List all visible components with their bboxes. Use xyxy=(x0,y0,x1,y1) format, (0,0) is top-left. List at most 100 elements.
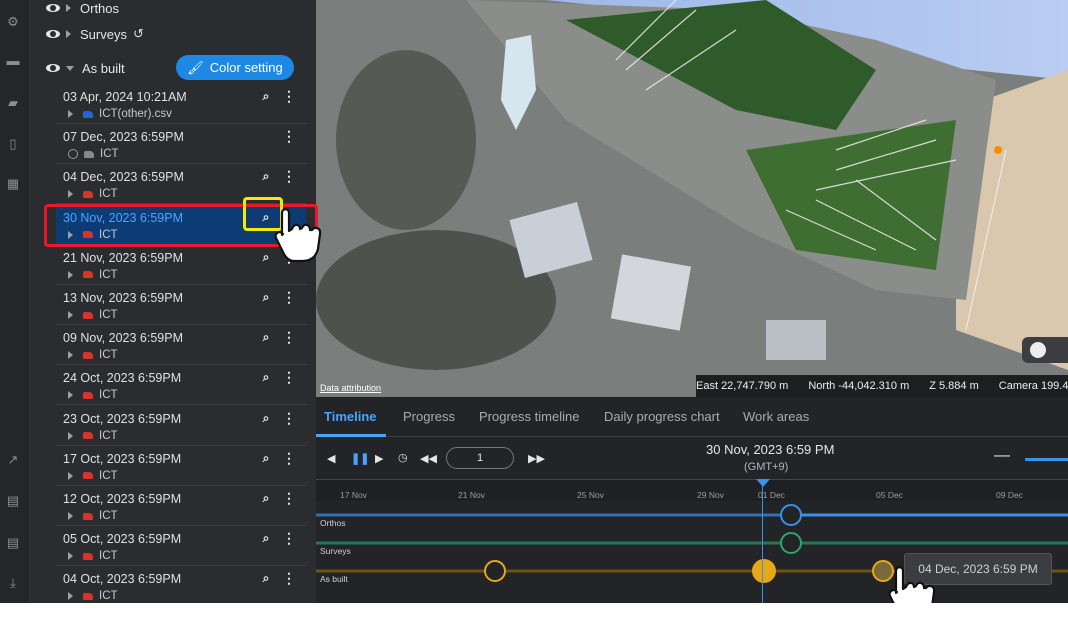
eye-icon[interactable] xyxy=(46,3,60,13)
list-item[interactable]: 30 Nov, 2023 6:59PM ⌕ ⋮ ICT xyxy=(56,204,306,245)
pause-icon[interactable]: ❚❚ xyxy=(351,452,369,465)
car-red-icon xyxy=(83,231,93,239)
fast-forward-icon[interactable]: ▶▶ xyxy=(528,452,545,465)
list-item[interactable]: 07 Dec, 2023 6:59PM ⋮ ICT xyxy=(56,124,306,165)
zoom-out-icon[interactable]: — xyxy=(994,447,1010,465)
zoom-to-icon[interactable]: ⌕ xyxy=(259,290,273,304)
layer-group-as-built[interactable]: As built xyxy=(46,58,125,78)
item-date: 24 Oct, 2023 6:59PM xyxy=(63,371,182,386)
list-item[interactable]: 24 Oct, 2023 6:59PM ⌕ ⋮ ICT xyxy=(56,365,306,406)
external-link-icon[interactable]: ↗ xyxy=(5,452,21,468)
more-options-icon[interactable]: ⋮ xyxy=(282,88,296,104)
chevron-right-icon[interactable] xyxy=(68,190,73,199)
zoom-to-icon[interactable]: ⌕ xyxy=(259,210,273,224)
zoom-to-icon[interactable]: ⌕ xyxy=(259,330,273,344)
more-options-icon[interactable]: ⋮ xyxy=(282,289,296,305)
zoom-to-icon[interactable]: ⌕ xyxy=(259,451,273,465)
eye-icon[interactable] xyxy=(46,29,60,39)
chevron-right-icon[interactable] xyxy=(68,512,73,520)
tablet-icon[interactable]: ▯ xyxy=(5,136,21,152)
hidden-icon[interactable] xyxy=(68,149,78,160)
zoom-to-icon[interactable]: ⌕ xyxy=(259,531,273,545)
more-options-icon[interactable]: ⋮ xyxy=(282,168,296,184)
list-item[interactable]: 09 Nov, 2023 6:59PM ⌕ ⋮ ICT xyxy=(56,325,306,366)
list-item[interactable]: 04 Oct, 2023 6:59PM ⌕ ⋮ ICT xyxy=(56,566,306,603)
gear-icon[interactable]: ⚙ xyxy=(5,14,21,30)
item-detail: ICT xyxy=(68,550,118,562)
csv-file-icon[interactable]: ▤ xyxy=(5,493,21,509)
chevron-right-icon[interactable] xyxy=(68,592,73,601)
color-setting-button[interactable]: 🖌 Color setting xyxy=(176,55,294,80)
more-options-icon[interactable]: ⋮ xyxy=(282,410,296,426)
tab-progress-timeline[interactable]: Progress timeline xyxy=(479,409,579,424)
zoom-to-icon[interactable]: ⌕ xyxy=(259,491,273,505)
list-item[interactable]: 04 Dec, 2023 6:59PM ⌕ ⋮ ICT xyxy=(56,164,306,205)
list-item[interactable]: 17 Oct, 2023 6:59PM ⌕ ⋮ ICT xyxy=(56,446,306,486)
more-options-icon[interactable]: ⋮ xyxy=(282,249,296,265)
more-options-icon[interactable]: ⋮ xyxy=(282,490,296,506)
clock-icon[interactable]: ◷ xyxy=(398,451,408,464)
map-viewport[interactable]: Data attribution East 22,747.790 m North… xyxy=(316,0,1068,397)
view-toggle[interactable] xyxy=(1022,337,1068,363)
map-icon[interactable]: ▦ xyxy=(5,176,21,192)
chevron-right-icon[interactable] xyxy=(68,270,73,279)
chevron-down-icon[interactable] xyxy=(66,65,74,71)
zoom-to-icon[interactable]: ⌕ xyxy=(259,250,273,264)
item-detail: ICT xyxy=(68,470,118,482)
data-attribution-link[interactable]: Data attribution xyxy=(320,383,381,393)
item-detail: ICT xyxy=(68,309,118,321)
tab-timeline[interactable]: Timeline xyxy=(324,409,377,424)
history-icon[interactable]: ↺ xyxy=(133,26,144,42)
layer-group-surveys[interactable]: Surveys ↺ xyxy=(46,24,144,44)
more-options-icon[interactable]: ⋮ xyxy=(282,329,296,345)
list-item[interactable]: 12 Oct, 2023 6:59PM ⌕ ⋮ ICT xyxy=(56,486,306,526)
more-options-icon[interactable]: ⋮ xyxy=(282,450,296,466)
chevron-right-icon[interactable] xyxy=(68,311,73,319)
rewind-icon[interactable]: ◀◀ xyxy=(420,452,437,465)
item-detail: ICT xyxy=(68,430,118,442)
more-options-icon[interactable]: ⋮ xyxy=(282,209,296,225)
list-item[interactable]: 13 Nov, 2023 6:59PM ⌕ ⋮ ICT xyxy=(56,285,306,325)
list-item[interactable]: 21 Nov, 2023 6:59PM ⌕ ⋮ ICT xyxy=(56,245,306,285)
list-item[interactable]: 03 Apr, 2024 10:21AM ⌕ ⋮ ICT(other).csv xyxy=(56,84,306,124)
chevron-right-icon[interactable] xyxy=(66,4,71,12)
chevron-right-icon[interactable] xyxy=(68,471,73,480)
car-red-icon xyxy=(83,391,93,399)
chevron-right-icon[interactable] xyxy=(66,30,71,38)
chevron-right-icon[interactable] xyxy=(68,431,73,440)
play-icon[interactable]: ▶ xyxy=(375,452,383,465)
chevron-right-icon[interactable] xyxy=(68,552,73,561)
tab-work-areas[interactable]: Work areas xyxy=(743,409,809,424)
zoom-to-icon[interactable]: ⌕ xyxy=(259,370,273,384)
step-back-icon[interactable]: ◀ xyxy=(327,452,335,465)
more-options-icon[interactable]: ⋮ xyxy=(282,369,296,385)
item-name: ICT xyxy=(100,148,119,161)
zoom-to-icon[interactable]: ⌕ xyxy=(259,411,273,425)
layer-group-orthos[interactable]: Orthos xyxy=(46,0,119,18)
folder-icon[interactable]: ▰ xyxy=(5,95,21,111)
list-item[interactable]: 23 Oct, 2023 6:59PM ⌕ ⋮ ICT xyxy=(56,406,306,446)
chevron-right-icon[interactable] xyxy=(68,351,73,360)
download-file-icon[interactable]: ⤓ xyxy=(5,575,21,591)
chevron-right-icon[interactable] xyxy=(68,110,73,118)
vehicle-icon[interactable]: ▬ xyxy=(5,53,21,69)
current-time-handle[interactable] xyxy=(756,479,770,487)
zoom-slider[interactable] xyxy=(1025,458,1068,461)
more-options-icon[interactable]: ⋮ xyxy=(282,128,296,144)
more-options-icon[interactable]: ⋮ xyxy=(282,530,296,546)
car-red-icon xyxy=(83,472,93,480)
chevron-right-icon[interactable] xyxy=(68,391,73,400)
pdf-file-icon[interactable]: ▤ xyxy=(5,535,21,551)
zoom-to-icon[interactable]: ⌕ xyxy=(259,89,273,103)
zoom-to-icon[interactable]: ⌕ xyxy=(259,169,273,183)
eye-icon[interactable] xyxy=(46,63,60,73)
list-item[interactable]: 05 Oct, 2023 6:59PM ⌕ ⋮ ICT xyxy=(56,526,306,567)
tab-progress[interactable]: Progress xyxy=(403,409,455,424)
tab-daily-progress-chart[interactable]: Daily progress chart xyxy=(604,409,720,424)
playback-speed-input[interactable]: 1 xyxy=(446,447,514,469)
item-detail: ICT xyxy=(68,349,118,361)
zoom-to-icon[interactable]: ⌕ xyxy=(259,571,273,585)
more-options-icon[interactable]: ⋮ xyxy=(282,570,296,586)
chevron-right-icon[interactable] xyxy=(68,230,73,239)
car-red-icon xyxy=(83,592,93,600)
